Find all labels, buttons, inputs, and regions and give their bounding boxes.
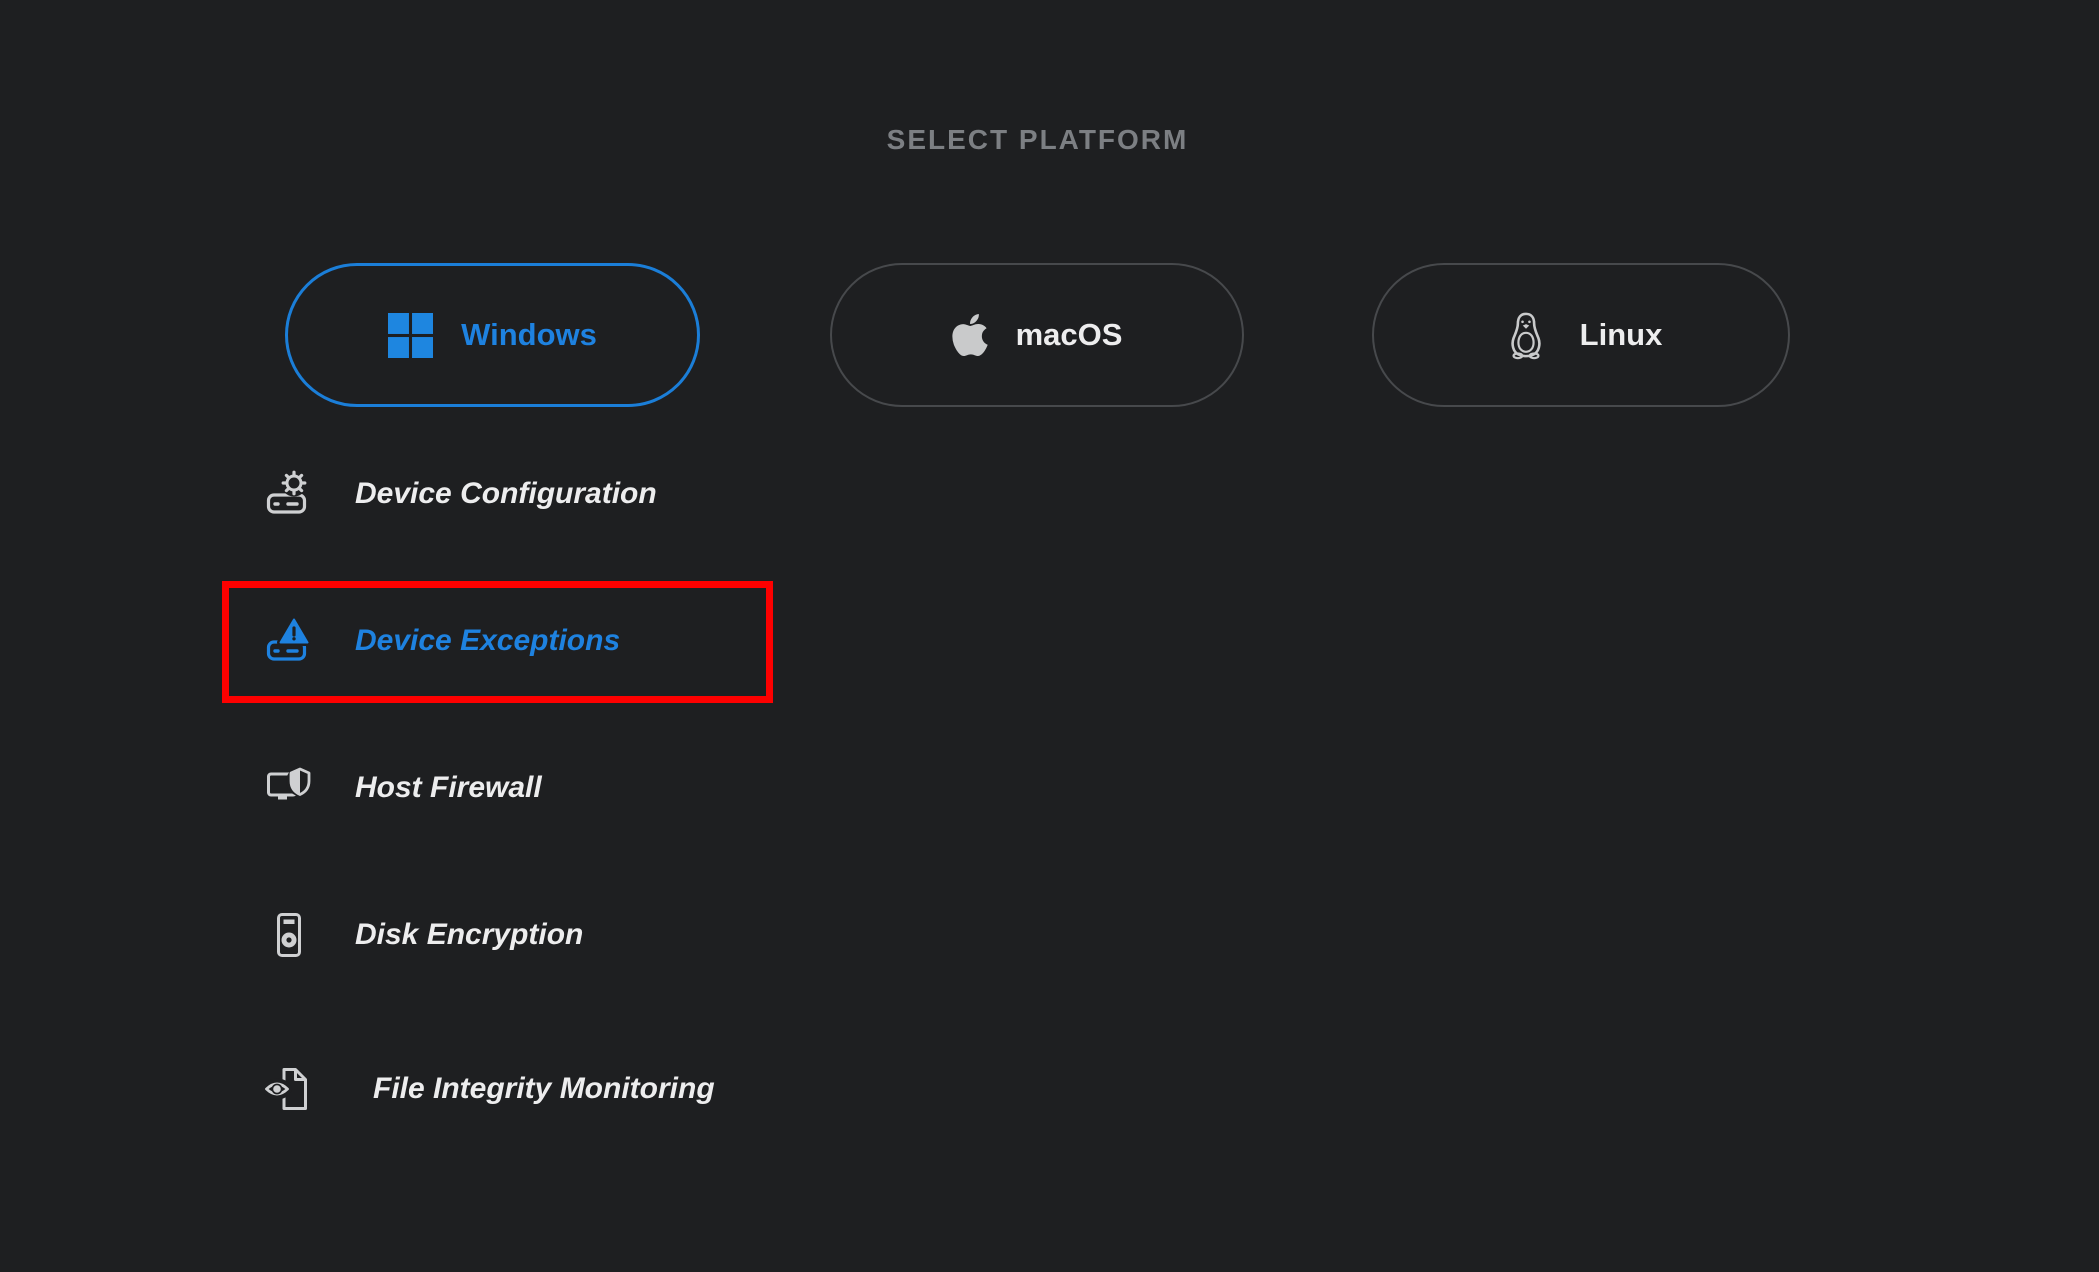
platform-button-macos[interactable]: macOS xyxy=(830,263,1244,407)
platform-button-windows[interactable]: Windows xyxy=(285,263,700,407)
disk-drive-icon xyxy=(265,911,313,959)
menu-item-label: Host Firewall xyxy=(355,771,542,805)
windows-logo-icon xyxy=(388,313,433,358)
linux-tux-icon xyxy=(1500,309,1552,361)
platform-button-linux[interactable]: Linux xyxy=(1372,263,1790,407)
menu-item-label: Device Configuration xyxy=(355,477,657,511)
menu-item-disk-encryption[interactable]: Disk Encryption xyxy=(265,905,583,965)
platform-label: Windows xyxy=(461,317,597,353)
file-eye-icon xyxy=(263,1065,315,1113)
menu-item-label: Disk Encryption xyxy=(355,918,583,952)
menu-item-device-exceptions[interactable]: Device Exceptions xyxy=(265,611,620,671)
device-warning-icon xyxy=(265,617,313,665)
platform-label: Linux xyxy=(1580,317,1663,353)
page-title: SELECT PLATFORM xyxy=(285,124,1790,156)
monitor-shield-icon xyxy=(265,764,313,812)
menu-item-label: Device Exceptions xyxy=(355,624,620,658)
apple-logo-icon xyxy=(952,311,988,359)
menu-item-host-firewall[interactable]: Host Firewall xyxy=(265,758,542,818)
platform-label: macOS xyxy=(1016,317,1123,353)
device-gear-icon xyxy=(265,470,313,518)
menu-item-label: File Integrity Monitoring xyxy=(373,1072,715,1106)
menu-item-file-integrity-monitoring[interactable]: File Integrity Monitoring xyxy=(263,1059,715,1119)
menu-item-device-configuration[interactable]: Device Configuration xyxy=(265,464,657,524)
